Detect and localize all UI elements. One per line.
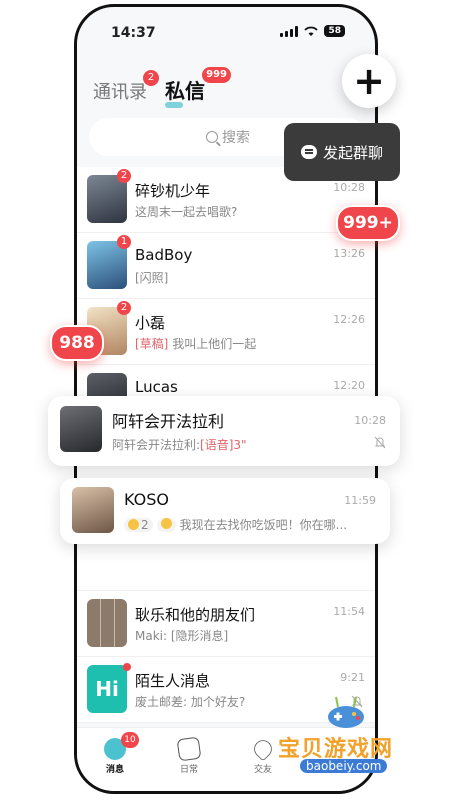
message-time: 10:28 [333, 181, 365, 194]
message-preview: 这周末一起去唱歌? [135, 205, 238, 219]
contact-name: 小磊 [135, 314, 166, 332]
contact-name: 碎钞机少年 [135, 182, 211, 200]
wifi-icon [304, 26, 319, 36]
tab-badge: 2 [143, 70, 159, 86]
search-icon [206, 131, 218, 143]
contact-name: 陌生人消息 [135, 672, 211, 690]
battery-icon: 58 [324, 25, 345, 37]
message-time: 9:21 [340, 671, 365, 684]
status-time: 14:37 [111, 25, 156, 41]
unread-badge: 2 [117, 301, 131, 315]
unread-count-badge: 988 [50, 325, 104, 361]
unread-badge: 2 [117, 169, 131, 183]
contact-name: 耿乐和他的朋友们 [135, 606, 256, 624]
nav-messages[interactable]: 10 消息 [85, 732, 145, 775]
avatar [72, 487, 114, 533]
top-tabs: 通讯录 2 私信 999 [93, 67, 231, 108]
heart-icon [250, 736, 276, 762]
nav-badge: 10 [121, 732, 139, 748]
unread-badge: 1 [117, 235, 131, 249]
add-button[interactable]: + [342, 54, 396, 108]
message-preview: [闪照] [135, 271, 169, 285]
contact-name: KOSO [124, 490, 169, 509]
message-preview: 2 我现在去找你吃饭吧！你在哪... [124, 516, 347, 533]
tab-contacts[interactable]: 通讯录 2 [93, 70, 159, 104]
daily-icon [176, 736, 202, 762]
group-avatar [87, 599, 127, 647]
chat-bubble-icon [300, 145, 317, 159]
reaction-chip: 2 [124, 517, 153, 532]
message-preview: [草稿] 我叫上他们一起 [135, 337, 257, 351]
message-preview: 废土邮差: 加个好友? [135, 695, 246, 709]
watermark-logo: 宝贝游戏网 baobeiy.com [278, 695, 418, 785]
list-item[interactable]: 2 小磊 [草稿] 我叫上他们一起 12:26 [77, 299, 375, 365]
unread-count-badge: 999+ [336, 205, 400, 241]
message-time: 11:59 [344, 494, 376, 507]
message-time: 12:26 [333, 313, 365, 326]
gamepad-icon [328, 696, 364, 728]
unread-dot [123, 663, 131, 671]
emoji-icon [160, 517, 172, 529]
reaction-chip [156, 517, 176, 532]
conversation-card-koso[interactable]: KOSO 2 我现在去找你吃饭吧！你在哪... 11:59 [60, 478, 390, 544]
mute-icon [374, 436, 386, 449]
draft-tag: [草稿] [135, 337, 169, 351]
signal-icon [280, 25, 299, 37]
status-bar: 14:37 58 [77, 7, 375, 51]
message-time: 13:26 [333, 247, 365, 260]
contact-name: BadBoy [135, 246, 193, 264]
list-item[interactable]: 耿乐和他的朋友们 Maki: [隐形消息] 11:54 [77, 591, 375, 657]
contact-name: 阿轩会开法拉利 [112, 412, 225, 431]
message-preview: Maki: [隐形消息] [135, 629, 229, 643]
contact-name: Lucas [135, 378, 178, 396]
message-time: 10:28 [354, 414, 386, 427]
emoji-icon [128, 519, 139, 530]
avatar [60, 406, 102, 452]
message-preview: 阿轩会开法拉利:[语音]3" [112, 438, 247, 452]
nav-daily[interactable]: 日常 [159, 736, 219, 775]
conversation-card-ax[interactable]: 阿轩会开法拉利 阿轩会开法拉利:[语音]3" 10:28 [48, 396, 400, 466]
tab-messages[interactable]: 私信 999 [165, 67, 231, 108]
tab-badge: 999 [202, 67, 231, 83]
list-item[interactable]: 1 BadBoy [闪照] 13:26 [77, 233, 375, 299]
message-time: 11:54 [333, 605, 365, 618]
message-time: 12:20 [333, 379, 365, 392]
stranger-avatar: Hi [87, 665, 127, 713]
start-group-chat-button[interactable]: 发起群聊 [284, 123, 400, 181]
